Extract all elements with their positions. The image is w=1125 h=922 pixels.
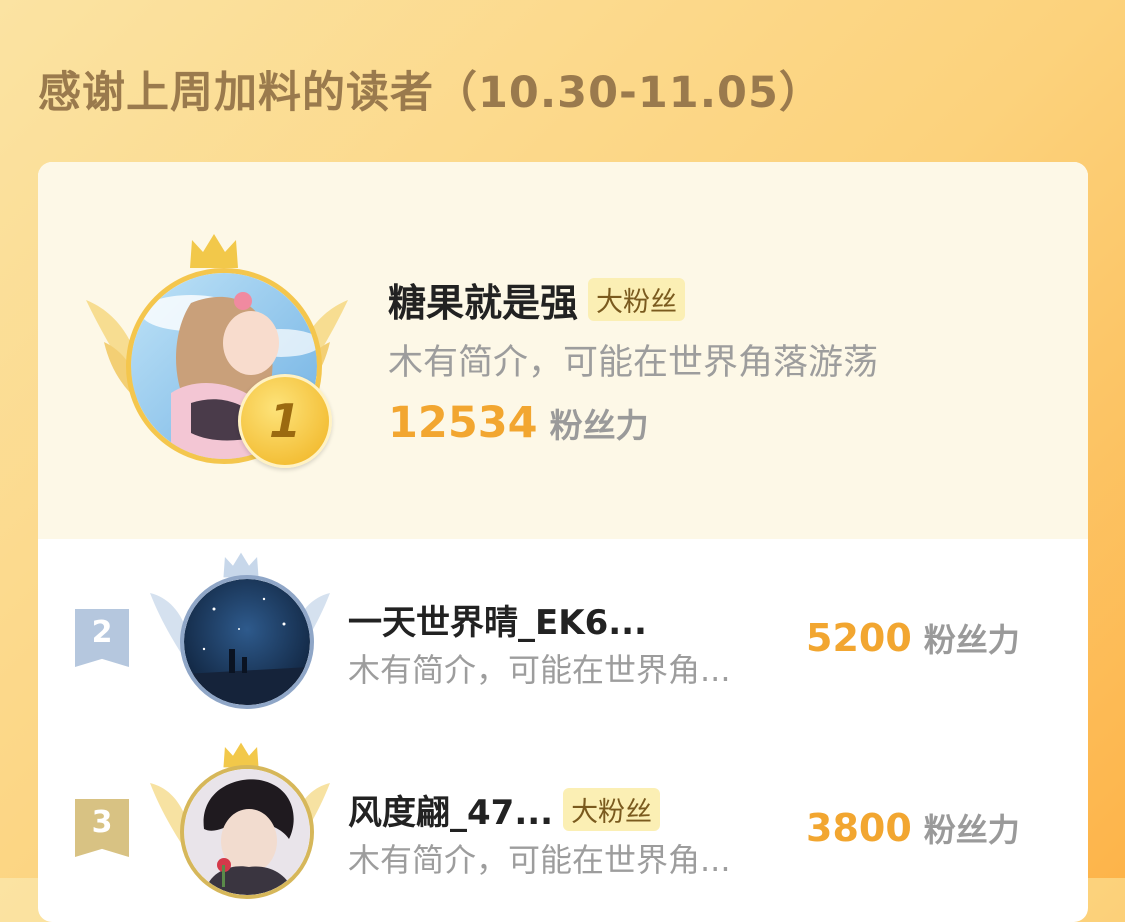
reader-description: 木有简介，可能在世界角落游荡	[388, 343, 879, 383]
rank-number: 3	[91, 805, 113, 840]
rank-medal: 1	[238, 374, 332, 468]
fan-power-label: 粉丝力	[923, 621, 1020, 659]
reader-name[interactable]: 糖果就是强	[388, 272, 578, 327]
rank-ribbon: 3	[75, 799, 129, 857]
top-reader-card[interactable]: 1 糖果就是强 大粉丝 木有简介，可能在世界角落游荡 12534 粉丝力	[38, 162, 1088, 539]
reader-name[interactable]: 风度翩_47...	[348, 785, 553, 834]
reader-description: 木有简介，可能在世界角...	[348, 841, 731, 879]
rank-ribbon: 2	[75, 609, 129, 667]
rank-number: 1	[268, 394, 301, 448]
avatar[interactable]	[180, 765, 314, 899]
reader-description: 木有简介，可能在世界角...	[348, 651, 731, 689]
fan-badge: 大粉丝	[563, 788, 661, 831]
ranking-panel: 1 糖果就是强 大粉丝 木有简介，可能在世界角落游荡 12534 粉丝力 2 一…	[38, 162, 1088, 922]
fan-power-value: 5200	[806, 616, 912, 660]
fan-power-value: 3800	[806, 806, 912, 850]
avatar[interactable]	[180, 575, 314, 709]
fan-power-value: 12534	[388, 398, 538, 448]
rank-number: 2	[91, 615, 113, 650]
gold-crown-icon	[190, 234, 238, 268]
page-title: 感谢上周加料的读者（10.30-11.05）	[38, 68, 823, 118]
fan-power-label: 粉丝力	[923, 811, 1020, 849]
fan-power-label: 粉丝力	[549, 406, 649, 445]
list-item[interactable]: 2 一天世界晴_EK6... 木有简介，可能在世界角... 5200 粉丝力	[38, 539, 1088, 729]
fan-badge: 大粉丝	[588, 278, 686, 321]
list-item[interactable]: 3 风度翩_47... 大粉丝 木有简介，可能在世界角... 3800 粉丝力	[38, 729, 1088, 919]
reader-name[interactable]: 一天世界晴_EK6...	[348, 595, 647, 644]
